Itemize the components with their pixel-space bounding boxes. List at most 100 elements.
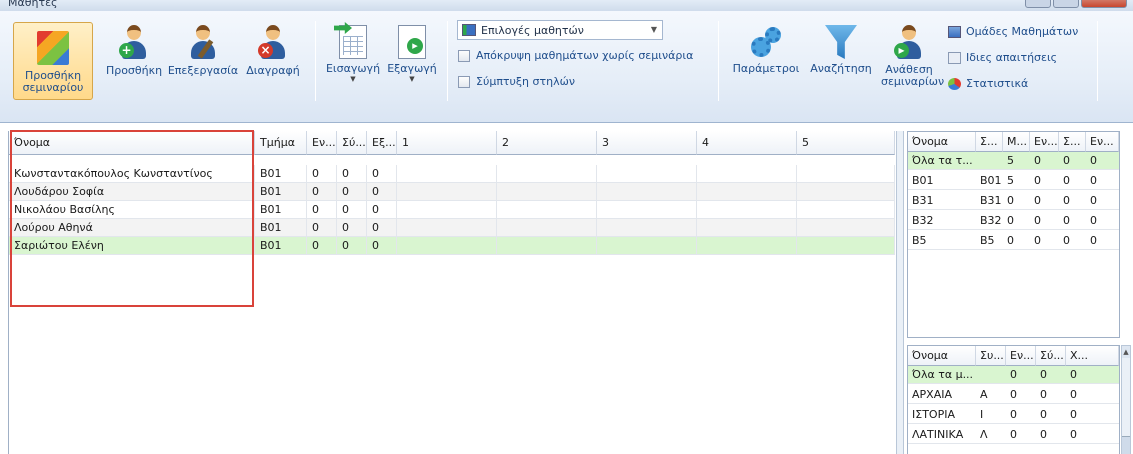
statistics-button[interactable]: Στατιστικά [948,77,1028,90]
column-header-name[interactable]: Όνομα [9,131,255,155]
checkbox-box[interactable] [458,75,470,88]
maximize-button[interactable] [1053,0,1079,8]
export-label: Εξαγωγή [387,62,437,75]
slot-cell[interactable] [397,201,497,219]
parameters-button[interactable]: Παράμετροι [726,25,806,75]
course-value-cell: 0 [1010,408,1017,421]
column-header-slot-5[interactable]: 5 [797,131,895,155]
gears-icon [749,25,783,59]
export-dropdown-icon: ▼ [409,75,415,83]
course-groups-button[interactable]: Ομάδες Μαθημάτων [948,25,1078,38]
add-student-button[interactable]: + Προσθήκη [103,25,165,77]
table-row[interactable]: Λουδάρου Σοφία B01 0 0 0 [9,183,895,201]
slot-cell[interactable] [797,201,895,219]
dept-value-cell: B5 [980,234,995,247]
slot-cell[interactable] [797,237,895,255]
special-requirements-button[interactable]: Ιδιες απαιτήσεις [948,51,1057,64]
slot-cell[interactable] [697,183,797,201]
course-header-col[interactable]: Εν... [1006,346,1036,366]
slot-cell[interactable] [397,183,497,201]
column-header-slot-2[interactable]: 2 [497,131,597,155]
table-row[interactable]: Κωνσταντακόπουλος Κωνσταντίνος B01 0 0 0 [9,165,895,183]
dept-header-name[interactable]: Όνομα [908,132,976,152]
table-row[interactable]: Νικολάου Βασίλης B01 0 0 0 [9,201,895,219]
course-header-col[interactable]: Σύ... [1036,346,1066,366]
slot-cell[interactable] [597,201,697,219]
dept-value-cell: B32 [980,214,1002,227]
slot-cell[interactable] [497,183,597,201]
count-cell: 0 [307,237,337,255]
column-header-c2[interactable]: Σύ... [337,131,367,155]
courses-scrollbar[interactable]: ▲ [1121,345,1131,454]
slot-cell[interactable] [597,237,697,255]
course-header-col[interactable]: Χ... [1066,346,1119,366]
course-row[interactable]: ΛΑΤΙΝΙΚΑ Λ 0 0 0 [908,426,1119,444]
export-button[interactable]: ▸ Εξαγωγή ▼ [384,25,440,83]
column-header-slot-3[interactable]: 3 [597,131,697,155]
student-options-combo[interactable]: Επιλογές μαθητών ▼ [457,20,663,40]
dept-cell: B01 [255,183,307,201]
title-bar: Μαθητές [0,0,1133,11]
hide-no-seminar-checkbox[interactable]: Απόκρυψη μαθημάτων χωρίς σεμινάρια [458,49,693,62]
course-row[interactable]: Όλα τα μ... 0 0 0 [908,366,1119,384]
dept-row[interactable]: Όλα τα τ... 5 0 0 0 [908,152,1119,170]
slot-cell[interactable] [797,219,895,237]
dept-row[interactable]: B01 B01 5 0 0 0 [908,172,1119,190]
slot-cell[interactable] [597,183,697,201]
course-header-name[interactable]: Όνομα [908,346,976,366]
slot-cell[interactable] [697,165,797,183]
dept-name-cell: B31 [912,194,934,207]
slot-cell[interactable] [497,219,597,237]
slot-cell[interactable] [797,183,895,201]
edit-student-button[interactable]: Επεξεργασία [168,25,238,77]
close-button[interactable] [1081,0,1127,8]
checkbox-box[interactable] [458,49,470,62]
course-row[interactable]: ΑΡΧΑΙΑ Α 0 0 0 [908,386,1119,404]
course-row[interactable]: ΙΣΤΟΡΙΑ Ι 0 0 0 [908,406,1119,424]
dept-cell: B01 [255,165,307,183]
slot-cell[interactable] [697,219,797,237]
column-header-dept[interactable]: Τμήμα [255,131,307,155]
ribbon-separator [1097,21,1098,101]
slot-cell[interactable] [397,237,497,255]
table-row-selected[interactable]: Σαριώτου Ελένη B01 0 0 0 [9,237,895,255]
slot-cell[interactable] [397,165,497,183]
slot-cell[interactable] [397,219,497,237]
requirements-icon [948,51,961,64]
dept-header-col[interactable]: Σ... [1059,132,1086,152]
collapse-columns-checkbox[interactable]: Σύμπτυξη στηλών [458,75,575,88]
slot-cell[interactable] [597,219,697,237]
column-header-slot-1[interactable]: 1 [397,131,497,155]
slot-cell[interactable] [597,165,697,183]
dept-header-col[interactable]: Σ... [976,132,1003,152]
delete-student-button[interactable]: × Διαγραφή [238,25,308,77]
scroll-thumb[interactable] [1122,436,1130,454]
dept-row[interactable]: B5 B5 0 0 0 0 [908,232,1119,250]
slot-cell[interactable] [497,165,597,183]
minimize-button[interactable] [1025,0,1051,8]
slot-cell[interactable] [497,201,597,219]
splitter[interactable] [896,131,904,454]
dept-header-col[interactable]: Εν... [1086,132,1119,152]
slot-cell[interactable] [797,165,895,183]
slot-cell[interactable] [497,237,597,255]
column-header-c1[interactable]: Εν... [307,131,337,155]
assign-seminars-button[interactable]: ▸ Ανάθεση σεμιναρίων [880,25,944,88]
dept-row[interactable]: B32 B32 0 0 0 0 [908,212,1119,230]
search-button[interactable]: Αναζήτηση [806,25,876,75]
column-header-c3[interactable]: Εξ... [367,131,397,155]
import-sheet-icon [334,22,367,59]
dept-row[interactable]: B31 B31 0 0 0 0 [908,192,1119,210]
dept-value-cell: 0 [1090,214,1097,227]
options-list-icon [462,24,476,36]
table-row[interactable]: Λούρου Αθηνά B01 0 0 0 [9,219,895,237]
slot-cell[interactable] [697,237,797,255]
dept-header-col[interactable]: Εν... [1030,132,1059,152]
column-header-slot-4[interactable]: 4 [697,131,797,155]
dept-header-col[interactable]: Μ... [1003,132,1030,152]
course-header-col[interactable]: Συ... [976,346,1006,366]
add-seminar-button[interactable]: Προσθήκη σεμιναρίου [13,22,93,100]
import-button[interactable]: Εισαγωγή ▼ [325,22,381,83]
scroll-up-icon[interactable]: ▲ [1122,346,1130,358]
slot-cell[interactable] [697,201,797,219]
